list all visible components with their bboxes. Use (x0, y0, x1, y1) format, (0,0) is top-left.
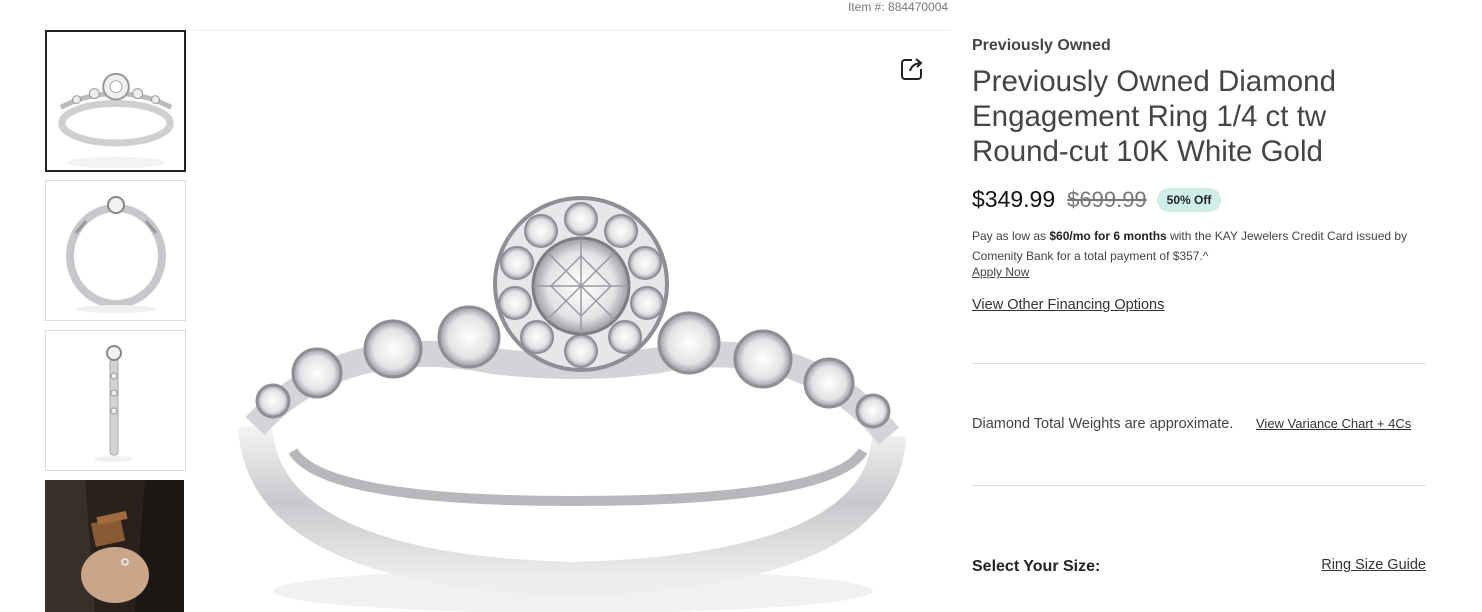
main-product-image[interactable] (193, 31, 951, 612)
product-eyebrow: Previously Owned (972, 37, 1111, 54)
financing-prefix: Pay as low as (972, 229, 1050, 243)
other-financing-link[interactable]: View Other Financing Options (972, 297, 1164, 313)
divider (972, 485, 1426, 486)
share-button[interactable] (898, 55, 926, 83)
financing-text: Pay as low as $60/mo for 6 months with t… (972, 226, 1426, 266)
discount-badge: 50% Off (1156, 187, 1222, 212)
variance-chart-link[interactable]: View Variance Chart + 4Cs (1256, 416, 1411, 431)
ring-size-guide-link[interactable]: Ring Size Guide (1321, 557, 1426, 573)
original-price: $699.99 (1067, 186, 1147, 212)
ring-side-image (66, 196, 166, 313)
sale-price: $349.99 (972, 186, 1056, 212)
ring-main-image (238, 196, 906, 612)
thumbnail-ring-side[interactable] (45, 180, 186, 321)
apply-now-link[interactable]: Apply Now (972, 265, 1029, 279)
weights-note: Diamond Total Weights are approximate. (972, 416, 1234, 432)
thumbnail-ring-front[interactable] (45, 30, 186, 172)
product-title: Previously Owned Diamond Engagement Ring… (972, 65, 1336, 168)
financing-amount: $60/mo for 6 months (1049, 229, 1167, 243)
thumbnail-lifestyle[interactable] (45, 480, 184, 612)
item-number: Item #: 884470004 (848, 0, 949, 14)
lifestyle-gift-box-image (45, 480, 184, 612)
ring-front-image (58, 72, 174, 169)
ring-profile-image (94, 345, 134, 462)
select-size-label: Select Your Size: (972, 558, 1101, 575)
divider (972, 363, 1426, 364)
thumbnail-ring-profile[interactable] (45, 330, 186, 471)
share-icon (901, 58, 923, 80)
price-row: $349.99 $699.99 50% Off (972, 186, 1222, 213)
